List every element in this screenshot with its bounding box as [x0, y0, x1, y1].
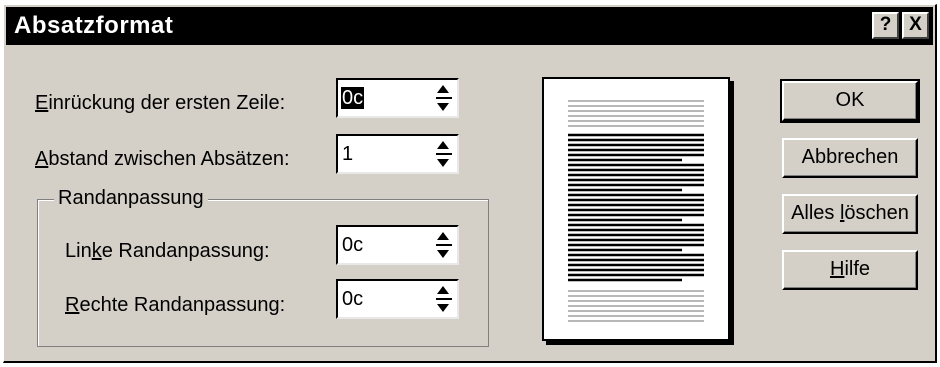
left-margin-label-post: e Randanpassung:: [101, 240, 270, 262]
help-title-button[interactable]: ?: [872, 12, 899, 39]
right-margin-mnemonic: R: [65, 294, 80, 316]
paragraph-spacing-label-text: bstand zwischen Absätzen:: [48, 148, 290, 170]
right-margin-value[interactable]: 0c: [341, 288, 364, 310]
window-title: Absatzformat: [14, 12, 174, 39]
paragraph-spacing-label: Abstand zwischen Absätzen:: [35, 148, 290, 171]
left-margin-mnemonic: k: [91, 240, 102, 262]
margins-groupbox: [37, 199, 489, 347]
paragraph-spacing-field[interactable]: 1: [336, 134, 459, 174]
ok-button[interactable]: OK: [780, 79, 920, 123]
clear-all-label-pre: Alles: [791, 202, 840, 224]
paragraph-format-dialog: Absatzformat ? X Einrückung der ersten Z…: [3, 4, 937, 363]
left-margin-label-pre: Lin: [65, 240, 92, 262]
first-line-indent-mnemonic: E: [35, 92, 49, 114]
title-bar[interactable]: Absatzformat ? X: [6, 7, 933, 45]
left-margin-field[interactable]: 0c: [336, 225, 459, 265]
paragraph-spacing-mnemonic: A: [35, 148, 49, 170]
paragraph-spacing-value[interactable]: 1: [341, 143, 354, 165]
first-line-indent-label: Einrückung der ersten Zeile:: [35, 92, 285, 115]
right-margin-label: Rechte Randanpassung:: [65, 294, 285, 317]
page-preview-lines: [568, 100, 704, 322]
first-line-indent-label-text: inrückung der ersten Zeile:: [48, 92, 286, 114]
help-button[interactable]: Hilfe: [782, 250, 918, 290]
close-button[interactable]: X: [902, 12, 929, 39]
right-margin-label-text: echte Randanpassung:: [79, 294, 286, 316]
spinner-arrows-icon[interactable]: [434, 229, 454, 261]
page-preview-icon: [542, 77, 730, 341]
margins-group-title: Randanpassung: [54, 187, 208, 210]
right-margin-field[interactable]: 0c: [336, 279, 459, 319]
clear-all-button[interactable]: Alles löschen: [782, 194, 918, 234]
left-margin-label: Linke Randanpassung:: [65, 240, 270, 263]
help-label-text: ilfe: [844, 258, 871, 280]
spinner-arrows-icon[interactable]: [434, 138, 454, 170]
left-margin-value[interactable]: 0c: [341, 234, 364, 256]
clear-all-label-post: öschen: [844, 202, 909, 224]
spinner-arrows-icon[interactable]: [434, 82, 454, 114]
first-line-indent-value[interactable]: 0c: [341, 87, 365, 109]
first-line-indent-field[interactable]: 0c: [336, 78, 459, 118]
help-mnemonic: H: [829, 258, 845, 280]
spinner-arrows-icon[interactable]: [434, 283, 454, 315]
cancel-button[interactable]: Abbrechen: [782, 138, 918, 178]
